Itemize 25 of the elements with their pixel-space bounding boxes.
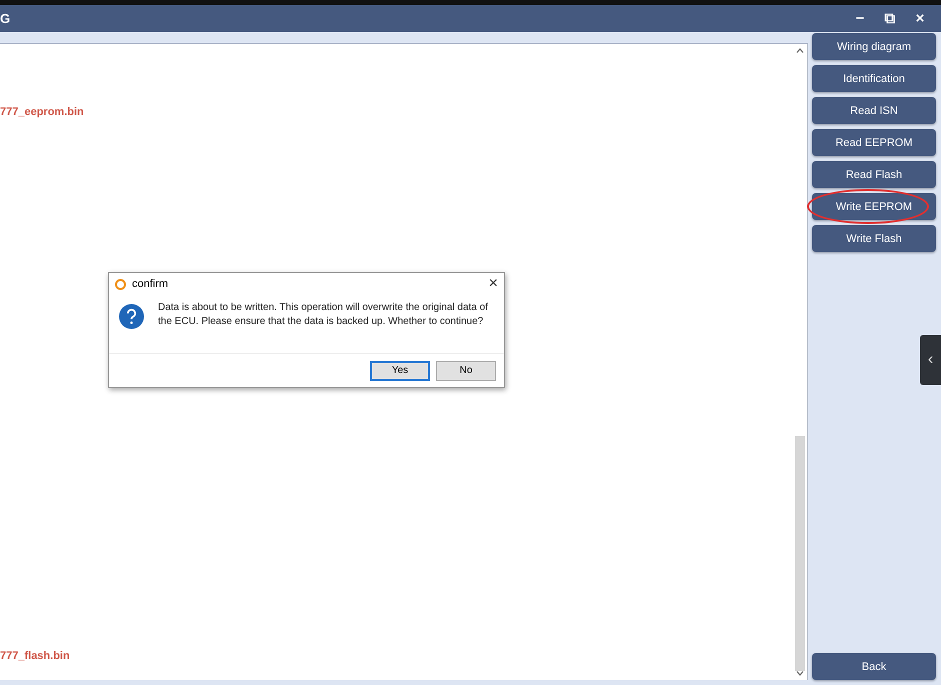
dialog-button[interactable]: No: [436, 360, 496, 380]
file-name: 777_flash.bin: [0, 650, 71, 662]
file-name: 777_eeprom.bin: [0, 106, 85, 118]
restore-button[interactable]: ⧉: [875, 10, 905, 27]
action-button[interactable]: Identification: [812, 65, 936, 92]
ring-logo-icon: [115, 278, 126, 290]
collapse-tab[interactable]: ‹: [920, 335, 941, 385]
action-button[interactable]: Read Flash: [812, 161, 936, 188]
action-button[interactable]: Read ISN: [812, 97, 936, 124]
window-title: G: [0, 11, 12, 26]
back-button[interactable]: Back: [812, 653, 936, 680]
dialog-message: Data is about to be written. This operation will overwrite the original data of the ECU. Please ensure that the data is backed up. Whether to continue?: [158, 301, 489, 329]
close-button[interactable]: ×: [488, 275, 498, 293]
scrollbar-thumb[interactable]: [795, 436, 805, 671]
minimize-button[interactable]: −: [845, 10, 875, 27]
close-button[interactable]: ×: [905, 10, 935, 27]
scroll-down-icon[interactable]: [796, 671, 804, 676]
dialog-button[interactable]: Yes: [370, 360, 430, 380]
action-button[interactable]: Wiring diagram: [812, 33, 936, 60]
question-icon: [119, 304, 144, 329]
action-button[interactable]: Read EEPROM: [812, 129, 936, 156]
dialog-title: confirm: [132, 278, 170, 290]
action-button[interactable]: Write Flash: [812, 225, 936, 252]
action-button[interactable]: Write EEPROM: [812, 193, 936, 220]
scroll-up-icon[interactable]: [796, 48, 804, 53]
